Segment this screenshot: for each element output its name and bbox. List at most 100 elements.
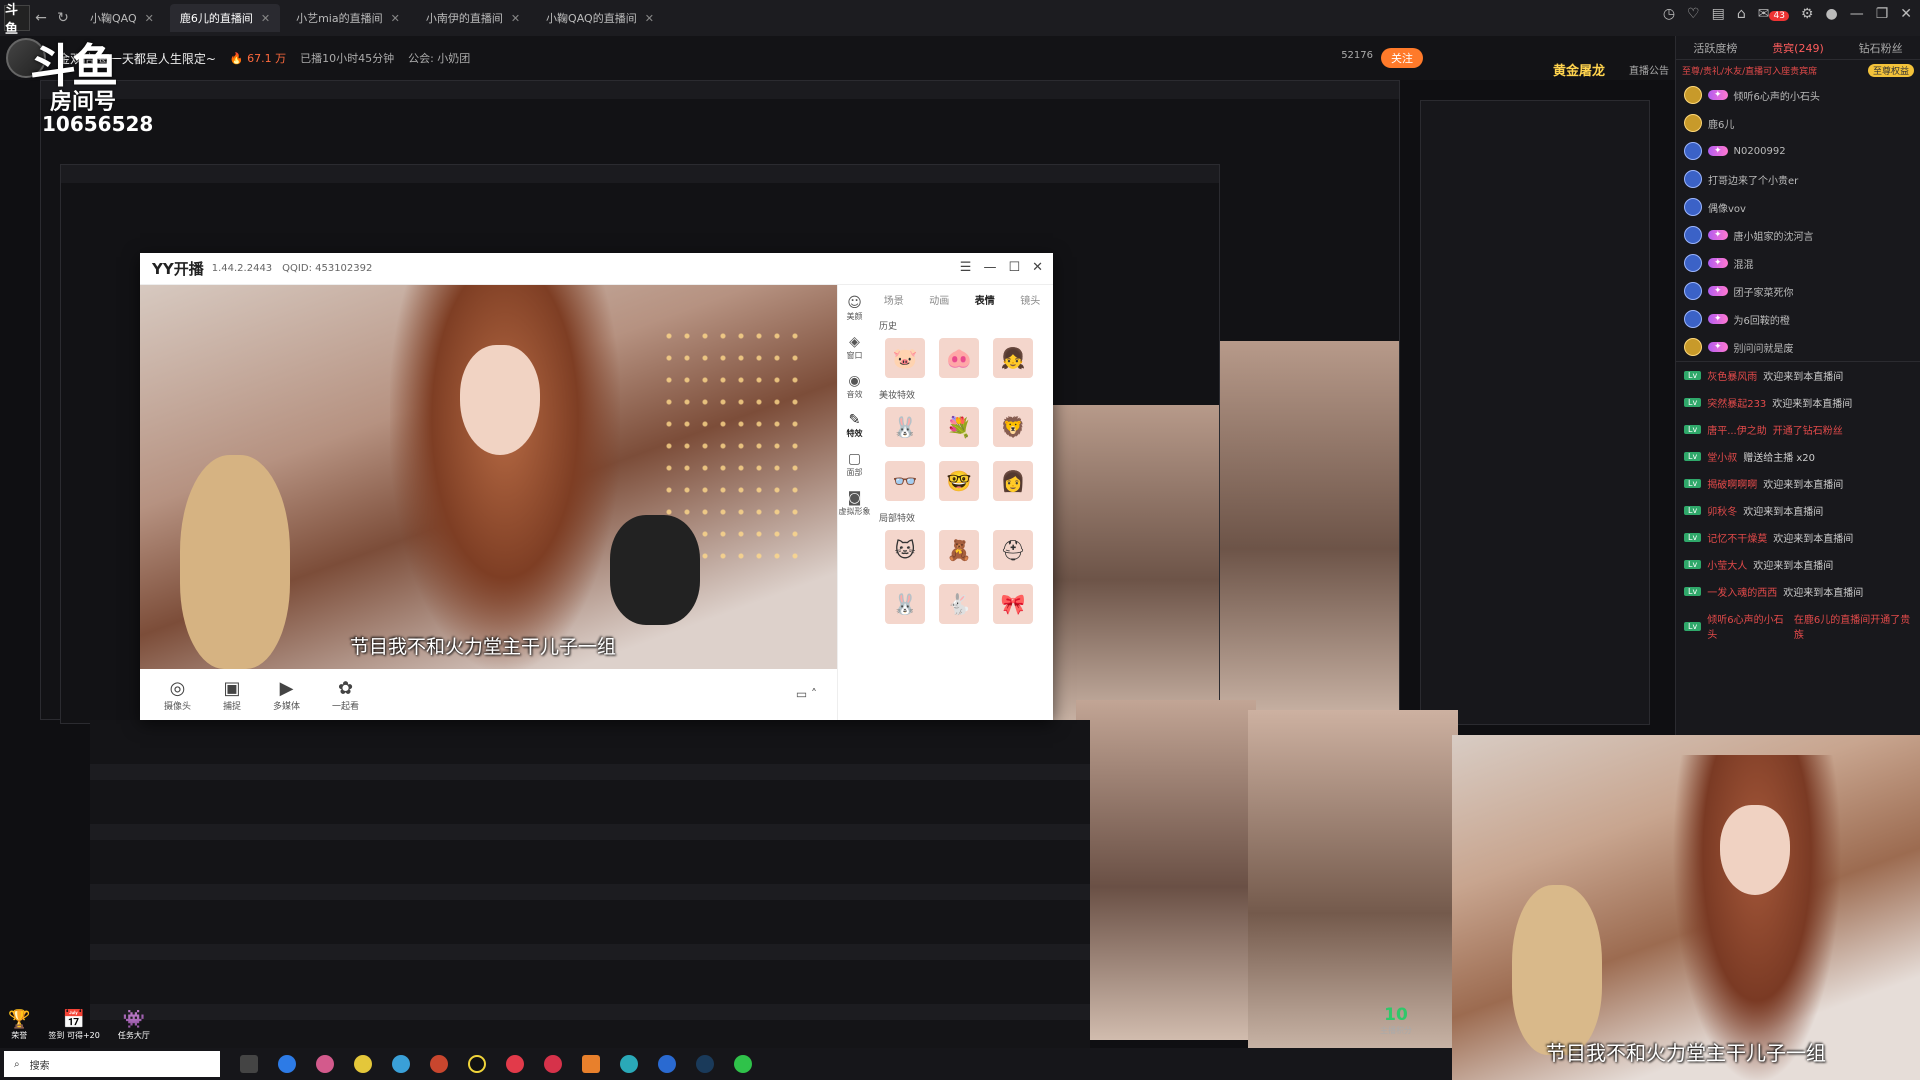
task-hall-badge[interactable]: 👾 任务大厅 <box>118 1009 150 1041</box>
tab-diamond-fans[interactable]: 钻石粉丝 <box>1859 40 1903 56</box>
chat-user[interactable]: 卯秋冬 <box>1707 503 1737 518</box>
list-item[interactable]: ✦ 唐小姐家的沈河言 <box>1676 221 1920 249</box>
tab-vip[interactable]: 贵宾(249) <box>1772 40 1824 56</box>
app-icon-4[interactable] <box>392 1055 410 1073</box>
app-icon-netease[interactable] <box>506 1055 524 1073</box>
menu-icon[interactable]: ☰ <box>960 260 972 275</box>
app-icon-5[interactable] <box>430 1055 448 1073</box>
effect-thumb[interactable]: 👧 <box>993 338 1033 378</box>
chat-user[interactable]: 揭破啊啊啊 <box>1707 476 1757 491</box>
app-icon-kugou[interactable] <box>278 1055 296 1073</box>
close-icon[interactable]: ✕ <box>1032 260 1043 275</box>
list-item[interactable]: ✦ 团子家菜死你 <box>1676 277 1920 305</box>
close-icon[interactable]: ✕ <box>511 12 520 25</box>
sidebar-item-window[interactable]: ◈ 窗口 <box>847 334 863 361</box>
maximize-icon[interactable]: ☐ <box>1008 260 1020 275</box>
sidebar-item-sound[interactable]: ◉ 音效 <box>847 373 863 400</box>
history-icon[interactable]: ◷ <box>1663 6 1675 22</box>
effect-thumb[interactable]: 🦁 <box>993 407 1033 447</box>
chat-user[interactable]: 堂小叔 <box>1707 449 1737 464</box>
effect-thumb[interactable]: 👩 <box>993 461 1033 501</box>
tab-2[interactable]: 小艺mia的直播间 ✕ <box>286 4 410 32</box>
close-icon[interactable]: ✕ <box>391 12 400 25</box>
honor-badge[interactable]: 🏆 荣誉 <box>8 1009 30 1041</box>
watch-together-tool[interactable]: ✿ 一起看 <box>332 678 359 712</box>
close-icon[interactable]: ✕ <box>145 12 154 25</box>
yy-title-bar[interactable]: YY开播 1.44.2.2443 QQID: 453102392 ☰ — ☐ ✕ <box>140 253 1053 285</box>
tab-animation[interactable]: 动画 <box>929 292 949 307</box>
user-avatar-icon[interactable]: ● <box>1825 6 1837 22</box>
search-input[interactable]: ⌕ 搜索 <box>4 1051 220 1077</box>
media-tool[interactable]: ▶ 多媒体 <box>273 678 300 712</box>
camera-tool[interactable]: ◎ 摄像头 <box>164 678 191 712</box>
settings-icon[interactable]: ⚙ <box>1801 6 1814 22</box>
close-icon[interactable]: ✕ <box>645 12 654 25</box>
list-item[interactable]: 鹿6儿 <box>1676 109 1920 137</box>
capture-tool[interactable]: ▣ 捕捉 <box>223 678 241 712</box>
sidebar-item-effects[interactable]: ✎ 特效 <box>847 412 863 439</box>
app-icon-obs[interactable] <box>468 1055 486 1073</box>
follow-button[interactable]: 关注 <box>1381 48 1423 68</box>
effect-thumb[interactable]: 🎀 <box>993 584 1033 624</box>
effect-thumb[interactable]: 🐰 <box>885 584 925 624</box>
tab-1[interactable]: 鹿6儿的直播间 ✕ <box>169 4 281 32</box>
effect-thumb[interactable]: 🐽 <box>939 338 979 378</box>
minimize-icon[interactable]: — <box>1850 6 1864 22</box>
sidebar-item-face[interactable]: ▢ 面部 <box>847 451 863 478</box>
effect-thumb[interactable]: 🧸 <box>939 530 979 570</box>
app-icon-2[interactable] <box>316 1055 334 1073</box>
restore-icon[interactable]: ❐ <box>1876 6 1889 22</box>
app-icon-chrome[interactable] <box>354 1055 372 1073</box>
app-icon-steam[interactable] <box>696 1055 714 1073</box>
list-item[interactable]: ✦ 倾听6心声的小石头 <box>1676 81 1920 109</box>
close-window-icon[interactable]: ✕ <box>1900 6 1912 22</box>
back-icon[interactable]: ← <box>30 10 52 26</box>
effect-thumb[interactable]: 🐰 <box>885 407 925 447</box>
heart-icon[interactable]: ♡ <box>1687 6 1700 22</box>
checkin-badge[interactable]: 📅 签到 可得+20 <box>48 1009 99 1041</box>
app-icon-edge[interactable] <box>620 1055 638 1073</box>
tab-3[interactable]: 小南伊的直播间 ✕ <box>416 4 530 32</box>
chat-user[interactable]: 一发入魂的西西 <box>1707 584 1777 599</box>
close-icon[interactable]: ✕ <box>261 12 270 25</box>
list-item[interactable]: 打哥边来了个小贵er <box>1676 165 1920 193</box>
message-icon[interactable]: ✉ 43 <box>1758 6 1789 22</box>
refresh-icon[interactable]: ↻ <box>52 10 74 26</box>
chat-user[interactable]: 小莹大人 <box>1707 557 1747 572</box>
effect-thumb[interactable]: 🐷 <box>885 338 925 378</box>
effect-thumb[interactable]: 🤓 <box>939 461 979 501</box>
list-item[interactable]: ✦ 别问问就是废 <box>1676 333 1920 361</box>
chat-user[interactable]: 突然暴起233 <box>1707 395 1766 410</box>
tab-activity[interactable]: 活跃度榜 <box>1693 40 1737 56</box>
app-icon-9[interactable] <box>582 1055 600 1073</box>
effect-thumb[interactable]: 💐 <box>939 407 979 447</box>
tab-lens[interactable]: 镜头 <box>1020 292 1040 307</box>
tab-scene[interactable]: 场景 <box>884 292 904 307</box>
effect-thumb[interactable]: 🐱 <box>885 530 925 570</box>
app-icon-8[interactable] <box>544 1055 562 1073</box>
list-item[interactable]: ✦ 为6回鞍的橙 <box>1676 305 1920 333</box>
list-item[interactable]: 偶像vov <box>1676 193 1920 221</box>
effect-thumb[interactable]: 👓 <box>885 461 925 501</box>
list-item[interactable]: ✦ 混混 <box>1676 249 1920 277</box>
video-source-icon[interactable]: ▭ ˄ <box>796 687 817 701</box>
gift-icon[interactable]: ⌂ <box>1737 6 1746 22</box>
main-video[interactable]: 节目我不和火力堂主干儿子一组 <box>1452 735 1920 1080</box>
chat-user[interactable]: 唐平...伊之助 <box>1707 422 1767 437</box>
task-view-icon[interactable] <box>240 1055 258 1073</box>
app-icon-11[interactable] <box>658 1055 676 1073</box>
noble-privilege-badge[interactable]: 至尊权益 <box>1867 64 1914 77</box>
chat-user[interactable]: 倾听6心声的小石头 <box>1707 611 1788 641</box>
announcement-link[interactable]: 直播公告 <box>1629 62 1669 77</box>
douyu-logo[interactable]: 斗鱼 <box>4 3 30 37</box>
chat-user[interactable]: 记忆不干燥莫 <box>1707 530 1767 545</box>
calendar-icon[interactable]: ▤ <box>1712 6 1725 22</box>
minimize-icon[interactable]: — <box>983 260 996 275</box>
sidebar-item-avatar[interactable]: ◙ 虚拟形象 <box>839 490 871 517</box>
list-item[interactable]: ✦ N0200992 <box>1676 137 1920 165</box>
effect-thumb[interactable]: 🐇 <box>939 584 979 624</box>
app-icon-wechat[interactable] <box>734 1055 752 1073</box>
effect-thumb[interactable]: ⛑ <box>993 530 1033 570</box>
sidebar-item-beauty[interactable]: ☺ 美颜 <box>847 295 863 322</box>
tab-expression[interactable]: 表情 <box>975 292 995 307</box>
